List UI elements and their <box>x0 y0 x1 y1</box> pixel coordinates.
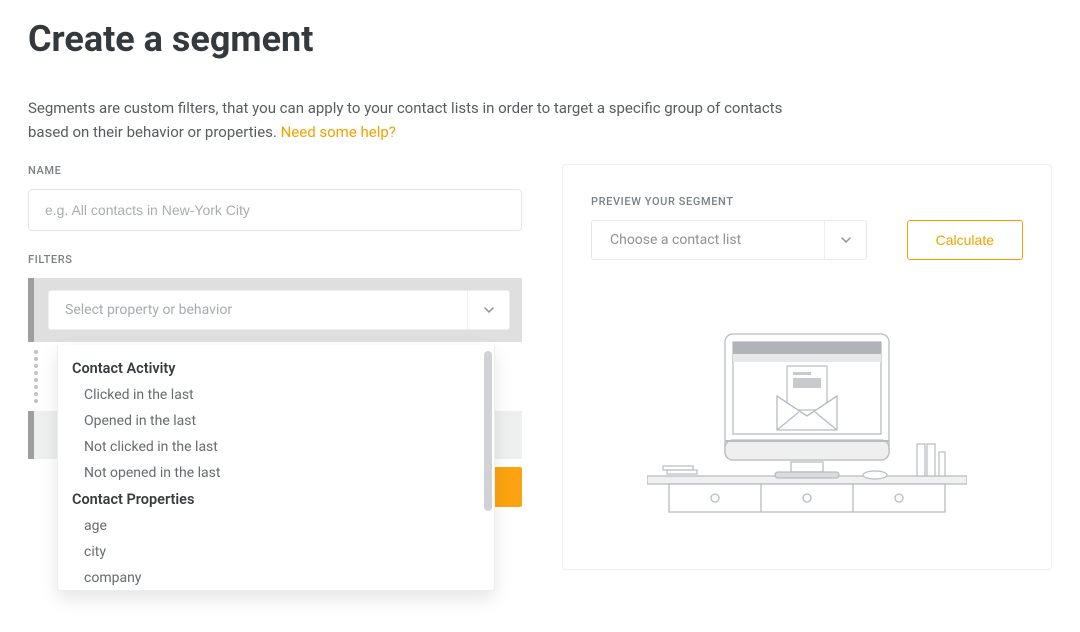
property-dropdown-panel: Contact Activity Clicked in the last Ope… <box>57 345 495 591</box>
contact-list-placeholder: Choose a contact list <box>592 232 824 248</box>
help-link[interactable]: Need some help? <box>281 123 396 141</box>
page-title: Create a segment <box>28 18 1052 60</box>
preview-illustration <box>591 324 1023 524</box>
filter-accent-bar <box>28 411 34 459</box>
dropdown-option-not-opened-last[interactable]: Not opened in the last <box>58 460 494 486</box>
dropdown-option-clicked-last[interactable]: Clicked in the last <box>58 382 494 408</box>
calculate-button[interactable]: Calculate <box>907 220 1023 260</box>
preview-column: PREVIEW YOUR SEGMENT Choose a contact li… <box>562 164 1052 570</box>
dropdown-option-not-clicked-last[interactable]: Not clicked in the last <box>58 434 494 460</box>
filter-row: Select property or behavior <box>28 278 522 342</box>
scrollbar[interactable] <box>484 351 492 511</box>
dropdown-option-age[interactable]: age <box>58 513 494 539</box>
page-description-wrapper: Segments are custom filters, that you ca… <box>28 96 788 144</box>
segment-name-input[interactable] <box>28 189 522 231</box>
name-label: NAME <box>28 164 522 177</box>
preview-label: PREVIEW YOUR SEGMENT <box>591 195 1023 208</box>
property-select[interactable]: Select property or behavior <box>48 290 510 330</box>
filter-accent-bar <box>28 278 34 342</box>
chevron-down-icon <box>467 291 509 329</box>
dropdown-group-label: Contact Activity <box>58 355 494 382</box>
dropdown-option-city[interactable]: city <box>58 539 494 565</box>
dropdown-option-opened-last[interactable]: Opened in the last <box>58 408 494 434</box>
contact-list-select[interactable]: Choose a contact list <box>591 220 867 260</box>
property-select-placeholder: Select property or behavior <box>49 302 467 318</box>
filters-label: FILTERS <box>28 253 522 266</box>
page-description: Segments are custom filters, that you ca… <box>28 99 782 141</box>
preview-panel: PREVIEW YOUR SEGMENT Choose a contact li… <box>562 164 1052 570</box>
chevron-down-icon <box>824 221 866 259</box>
dropdown-option-company[interactable]: company <box>58 565 494 591</box>
dropdown-group-label: Contact Properties <box>58 486 494 513</box>
